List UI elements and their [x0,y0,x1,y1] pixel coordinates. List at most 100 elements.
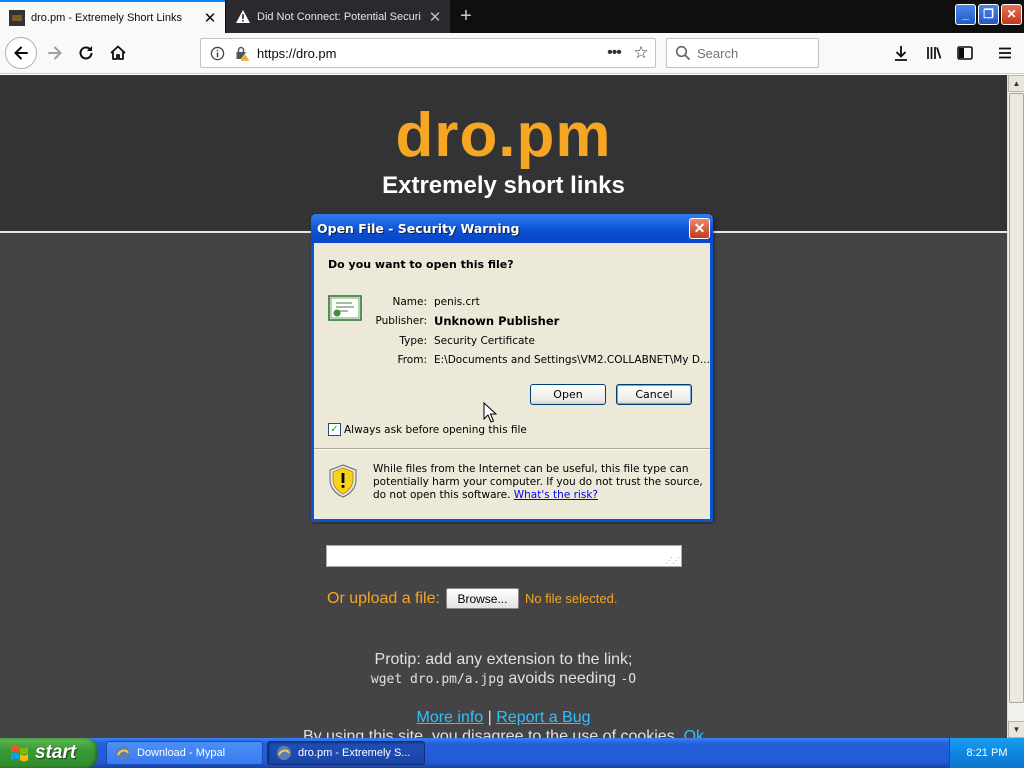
dialog-separator [314,448,710,450]
close-window-button[interactable]: ✕ [1001,4,1022,25]
tab-strip: dro.pm - Extremely Short Links ✕ Did Not… [0,0,1024,33]
system-tray: 8:21 PM [949,738,1024,768]
forward-button[interactable] [40,38,70,68]
always-ask-row[interactable]: ✓ Always ask before opening this file [328,423,527,436]
file-name-value: penis.crt [434,296,480,308]
hamburger-menu-icon [999,47,1011,59]
taskbar-item-label: dro.pm - Extremely S... [298,747,411,759]
back-arrow-icon [14,46,28,60]
taskbar: start Download - Mypal dro.pm - Extremel… [0,738,1024,768]
sidebar-icon [957,46,973,60]
dialog-titlebar[interactable]: Open File - Security Warning ✕ [311,214,713,243]
start-button[interactable]: start [0,738,98,768]
download-icon [895,46,907,61]
protip-line-2: wget dro.pm/a.jpg avoids needing -O [0,670,1007,688]
from-path-value: E:\Documents and Settings\VM2.COLLABNET\… [434,354,710,366]
url-text[interactable]: https://dro.pm [257,46,601,61]
always-ask-label[interactable]: Always ask before opening this file [344,424,527,436]
taskbar-item-dro-pm[interactable]: dro.pm - Extremely S... [267,741,425,765]
close-tab-icon[interactable]: ✕ [424,8,446,26]
publisher-label: Publisher: [375,315,427,327]
tab-dro-pm[interactable]: dro.pm - Extremely Short Links ✕ [0,0,225,33]
security-warning-dialog: Open File - Security Warning ✕ Do you wa… [311,214,713,522]
cancel-button[interactable]: Cancel [616,384,692,405]
security-shield-icon [329,464,357,498]
no-file-status: No file selected. [524,591,618,606]
forward-arrow-icon [48,46,62,60]
close-tab-icon[interactable]: ✕ [199,9,221,27]
search-input[interactable]: Search [697,46,738,61]
cookie-notice: By using this site, you disagree to the … [0,728,1007,738]
site-header: dro.pm Extremely short links [0,75,1007,233]
bookmark-star-icon[interactable]: ☆ [627,43,655,63]
page-actions-icon[interactable]: ••• [601,44,627,62]
tab-did-not-connect[interactable]: Did Not Connect: Potential Securi ✕ [226,0,450,33]
tab-title: dro.pm - Extremely Short Links [31,11,182,24]
publisher-value: Unknown Publisher [434,314,560,328]
whats-the-risk-link[interactable]: What's the risk? [514,489,598,501]
dialog-body: Do you want to open this file? Name: pen… [314,243,710,519]
warning-text: While files from the Internet can be use… [373,463,703,502]
upload-label: Or upload a file: [327,589,440,607]
tab-title: Did Not Connect: Potential Securi [257,10,421,23]
file-type-value: Security Certificate [434,335,535,347]
info-icon[interactable] [208,44,226,62]
library-icon [927,47,942,59]
scroll-up-arrow-icon[interactable]: ▲ [1008,75,1024,92]
insecure-lock-icon[interactable] [233,44,251,62]
protip-text: avoids needing [503,670,621,687]
search-bar[interactable]: Search [666,38,819,68]
url-bar[interactable]: https://dro.pm ••• ☆ [200,38,656,68]
link-textarea[interactable]: ⋰⋰ [326,545,682,567]
site-logo: dro.pm [395,101,612,170]
home-icon [110,45,126,60]
mouse-cursor-icon [483,402,497,423]
search-icon [675,45,691,61]
dialog-close-button[interactable]: ✕ [689,218,710,239]
vertical-scrollbar[interactable]: ▲ ▼ [1007,75,1024,738]
new-tab-button[interactable]: + [454,4,478,28]
site-tagline: Extremely short links [382,172,625,199]
browse-button[interactable]: Browse... [445,588,519,609]
more-info-link[interactable]: More info [416,709,483,726]
protip-line-1: Protip: add any extension to the link; [374,651,633,668]
minimize-window-button[interactable]: _ [955,4,976,25]
home-button[interactable] [103,38,133,68]
open-button[interactable]: Open [530,384,606,405]
warning-icon [236,9,250,23]
taskbar-item-download[interactable]: Download - Mypal [106,741,263,765]
dialog-title: Open File - Security Warning [317,221,520,236]
taskbar-item-label: Download - Mypal [137,747,226,759]
start-label: start [35,742,77,763]
cookie-text: By using this site, you disagree to the … [302,728,684,738]
scroll-down-arrow-icon[interactable]: ▼ [1008,721,1024,738]
windows-logo-icon [11,745,28,762]
footer-links: More info | Report a Bug [0,709,1007,727]
certificate-icon [328,295,362,321]
protip-code: wget dro.pm/a.jpg [370,672,504,687]
reload-button[interactable] [71,38,101,68]
navigation-toolbar: https://dro.pm ••• ☆ Search [0,33,1024,74]
name-label: Name: [392,296,427,308]
resize-grip-icon[interactable]: ⋰⋰ [665,556,680,565]
protip-flag: -O [620,672,637,687]
reload-icon [79,46,93,60]
sidebar-button[interactable] [950,38,980,68]
dialog-question: Do you want to open this file? [328,258,514,271]
clock[interactable]: 8:21 PM [967,747,1008,759]
mypal-browser-icon [116,746,130,760]
upload-row: Or upload a file: Browse... No file sele… [327,588,617,609]
link-separator: | [483,709,497,726]
always-ask-checkbox[interactable]: ✓ [328,423,341,436]
menu-button[interactable] [990,38,1020,68]
cookie-ok-link[interactable]: Ok [684,728,704,738]
scrollbar-thumb[interactable] [1009,93,1024,703]
maximize-window-button[interactable]: ❐ [978,4,999,25]
library-button[interactable] [919,38,949,68]
downloads-button[interactable] [886,38,916,68]
site-favicon-icon [9,9,25,26]
back-button[interactable] [5,37,37,69]
report-bug-link[interactable]: Report a Bug [496,709,590,726]
from-label: From: [397,354,427,366]
mypal-browser-icon [277,746,291,760]
